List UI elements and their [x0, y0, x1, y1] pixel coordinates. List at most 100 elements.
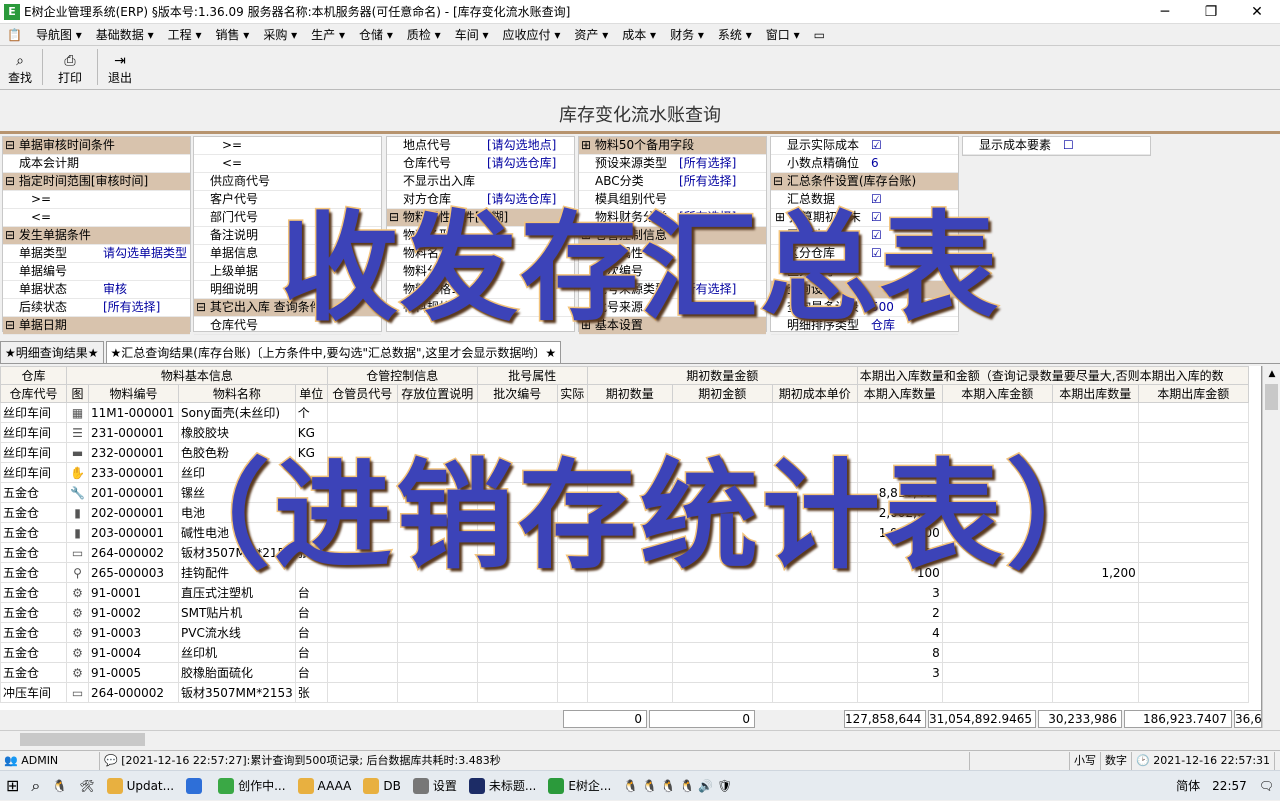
menu-sales[interactable]: 销售 ▾ [208, 26, 256, 43]
menu-navigation[interactable]: 导航图 ▾ [29, 26, 89, 43]
menu-finance[interactable]: 财务 ▾ [663, 26, 711, 43]
exit-button[interactable]: ⇥ 退出 [100, 46, 140, 88]
criteria-row[interactable]: ⊞ 推算期初期末 ☑ [771, 209, 958, 227]
criteria-value[interactable]: 6 [867, 155, 879, 172]
criteria-value[interactable] [675, 263, 679, 280]
column-header[interactable]: 期初数量 [586, 384, 673, 403]
criteria-group-header[interactable]: ⊟ 物料属性条件[模糊] [387, 209, 574, 227]
menu-basic-data[interactable]: 基础数据 ▾ [89, 26, 161, 43]
menu-ar-ap[interactable]: 应收应付 ▾ [496, 26, 568, 43]
vertical-scroll-thumb[interactable] [1265, 384, 1278, 410]
menu-workshop[interactable]: 车间 ▾ [448, 26, 496, 43]
taskbar-item-settings[interactable]: 设置 [407, 771, 463, 801]
criteria-row[interactable]: 模具组别代号 [579, 191, 766, 209]
criteria-row[interactable]: 查询最多记录 500 [771, 299, 958, 317]
taskbar-item-aaaa[interactable]: AAAA [292, 771, 358, 801]
criteria-value[interactable] [483, 263, 487, 280]
criteria-value[interactable] [290, 209, 294, 226]
criteria-value[interactable]: [请勾选仓库] [483, 155, 556, 172]
table-row[interactable]: 五金仓 ⚙ 91-0004 丝印机台 8 [0, 642, 1249, 663]
tab-summary-results[interactable]: ★汇总查询结果(库存台账)〔上方条件中,要勾选"汇总数据",这里才会显示数据哟〕… [105, 341, 562, 363]
menu-window[interactable]: 窗口 ▾ [759, 26, 807, 43]
column-header[interactable]: 本期出库数量 [1051, 384, 1139, 403]
taskbar-item-blue-app[interactable] [180, 771, 212, 801]
criteria-row[interactable]: 物料条形码 [387, 227, 574, 245]
criteria-row[interactable]: 区分批号 [771, 263, 958, 281]
windows-start-icon[interactable]: ⊞ [0, 771, 25, 801]
column-header[interactable]: 本期入库金额 [941, 384, 1053, 403]
criteria-row[interactable]: 批次编号 [579, 263, 766, 281]
column-header[interactable]: 批次编号 [476, 384, 558, 403]
criteria-value[interactable] [290, 191, 294, 208]
criteria-row[interactable]: 后续状态 [所有选择] [3, 299, 190, 317]
taskbar-item-creating[interactable]: 创作中... [212, 771, 291, 801]
criteria-value[interactable]: ☑ [867, 245, 882, 262]
criteria-row[interactable]: 汇总数据 ☑ [771, 191, 958, 209]
table-row[interactable]: 丝印车间 ✋ 233-000001 丝印 [0, 462, 1249, 483]
table-row[interactable]: 五金仓 ⚙ 91-0001 直压式注塑机台 3 [0, 582, 1249, 603]
criteria-row[interactable]: 部门代号 [194, 209, 381, 227]
criteria-value[interactable]: [所有选择] [675, 281, 736, 298]
criteria-group-header[interactable]: ⊞ 物料50个备用字段 [579, 137, 766, 155]
tab-detail-results[interactable]: ★明细查询结果★ [0, 341, 104, 363]
criteria-value[interactable] [675, 245, 679, 262]
horizontal-scroll-thumb[interactable] [20, 733, 145, 746]
criteria-row[interactable]: <= [3, 209, 190, 227]
taskbar-item-etree[interactable]: E树企... [542, 771, 617, 801]
criteria-row[interactable]: 对方仓库 [请勾选仓库] [387, 191, 574, 209]
criteria-value[interactable] [290, 227, 294, 244]
horizontal-scrollbar[interactable] [0, 730, 1280, 748]
criteria-group-header[interactable]: ⊟ 查询设置 [771, 281, 958, 299]
criteria-row[interactable]: 不显示出入库 [387, 173, 574, 191]
criteria-group-header[interactable]: ⊞ 基本设置 [579, 317, 766, 335]
menu-purchase[interactable]: 采购 ▾ [256, 26, 304, 43]
criteria-row[interactable]: >= [3, 191, 190, 209]
criteria-value[interactable] [290, 173, 294, 190]
criteria-row[interactable]: 地点代号 [请勾选地点] [387, 137, 574, 155]
criteria-value[interactable]: 仓库 [867, 317, 895, 334]
criteria-row[interactable]: 成本会计期 [3, 155, 190, 173]
criteria-group-header[interactable]: ⊟ 其它出入库 查询条件 [194, 299, 381, 317]
minimize-button[interactable]: ─ [1142, 0, 1188, 24]
criteria-row[interactable]: 物料规格1 [387, 281, 574, 299]
criteria-value[interactable] [675, 299, 679, 316]
criteria-row[interactable]: 单据状态 审核 [3, 281, 190, 299]
criteria-row[interactable]: 批号来源类型 [所有选择] [579, 281, 766, 299]
column-header[interactable]: 物料名称 [178, 384, 296, 403]
criteria-value[interactable] [99, 155, 103, 172]
criteria-value[interactable]: ☐ [1059, 137, 1074, 154]
ime-indicator[interactable]: 简体 [1170, 771, 1206, 801]
criteria-group-header[interactable]: ⊟ 指定时间范围[审核时间] [3, 173, 190, 191]
criteria-value[interactable] [483, 281, 487, 298]
criteria-value[interactable]: ☑ [867, 191, 882, 208]
menu-layout-icon[interactable]: ▭ [807, 28, 832, 42]
criteria-row[interactable]: <= [194, 155, 381, 173]
menu-app-icon[interactable]: 📋 [0, 28, 29, 42]
menu-quality[interactable]: 质检 ▾ [400, 26, 448, 43]
menu-system[interactable]: 系统 ▾ [711, 26, 759, 43]
criteria-value[interactable] [483, 245, 487, 262]
criteria-value[interactable] [290, 281, 294, 298]
criteria-value[interactable] [867, 263, 871, 280]
criteria-value[interactable] [675, 191, 679, 208]
menu-assets[interactable]: 资产 ▾ [567, 26, 615, 43]
criteria-group-header[interactable]: ⊟ 发生单据条件 [3, 227, 190, 245]
criteria-value[interactable] [483, 173, 487, 190]
criteria-value[interactable]: ☑ [867, 209, 882, 226]
criteria-value[interactable] [290, 263, 294, 280]
column-header[interactable]: 存放位置说明 [396, 384, 478, 403]
criteria-value[interactable] [99, 209, 103, 226]
column-header[interactable]: 本期出库金额 [1137, 384, 1249, 403]
column-header[interactable]: 仓管员代号 [326, 384, 398, 403]
criteria-row[interactable]: 预设来源类型 [所有选择] [579, 155, 766, 173]
criteria-value[interactable]: [所有选择] [675, 155, 736, 172]
scroll-up-icon[interactable]: ▲ [1263, 366, 1280, 382]
column-header[interactable]: 本期入库数量 [856, 384, 943, 403]
table-row[interactable]: 丝印车间 ☰ 231-000001 橡胶胶块 KG [0, 422, 1249, 443]
tool-icon[interactable]: 🛠 [73, 771, 100, 801]
criteria-value[interactable]: [所有选择] [675, 173, 736, 190]
criteria-value[interactable] [483, 227, 487, 244]
criteria-row[interactable]: 物料分类 [387, 263, 574, 281]
criteria-row[interactable]: 小数点精确位 6 [771, 155, 958, 173]
criteria-value[interactable]: [所有选择] [675, 209, 736, 226]
